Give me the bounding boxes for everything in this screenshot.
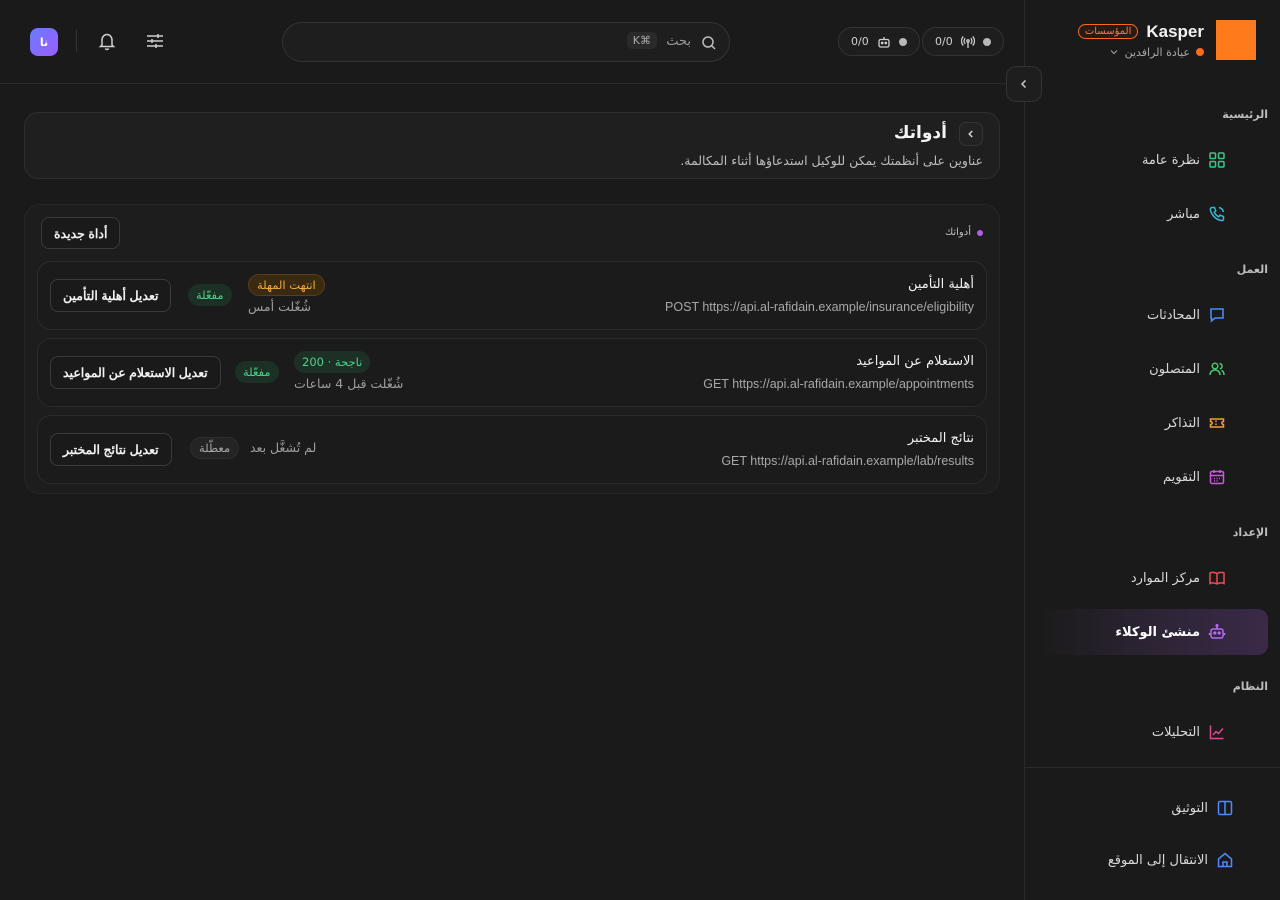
book-icon bbox=[1209, 571, 1225, 585]
org-name: عيادة الرافدين bbox=[1124, 45, 1190, 59]
sidebar-item-label: التوثيق bbox=[1171, 800, 1208, 816]
sidebar-item-overview[interactable]: نظرة عامة bbox=[1036, 137, 1268, 183]
section-label-setup: الإعداد bbox=[1232, 526, 1268, 539]
chevron-left-icon bbox=[1020, 79, 1027, 89]
sidebar-item-conversations[interactable]: المحادثات bbox=[1036, 292, 1268, 338]
org-switcher[interactable]: عيادة الرافدين bbox=[1078, 46, 1204, 59]
tool-row[interactable]: نتائج المختبر GET https://api.al-rafidai… bbox=[37, 415, 987, 484]
bot-icon bbox=[1208, 624, 1226, 639]
sidebar-item-label: المحادثات bbox=[1146, 307, 1200, 323]
brand-name: Kasper bbox=[1146, 21, 1204, 41]
sidebar-item-calendar[interactable]: التقويم bbox=[1036, 454, 1268, 500]
users-icon bbox=[1209, 362, 1225, 376]
sidebar-item-callers[interactable]: المتصلون bbox=[1036, 346, 1268, 392]
sidebar-item-label: التذاكر bbox=[1164, 415, 1200, 431]
bot-icon bbox=[878, 36, 890, 48]
status-badge: معطّلة bbox=[190, 437, 240, 459]
sidebar-item-tickets[interactable]: التذاكر bbox=[1036, 400, 1268, 446]
chevron-down-icon bbox=[1110, 50, 1118, 55]
new-tool-button[interactable]: أداة جديدة bbox=[41, 217, 121, 249]
sidebar-item-live[interactable]: مباشر bbox=[1036, 191, 1268, 237]
section-label-system: النظام bbox=[1232, 680, 1268, 693]
status-badge: مفعّلة bbox=[188, 284, 232, 306]
tools-panel: أدواتك أداة جديدة أهلية التأمين POST htt… bbox=[24, 204, 1000, 494]
sidebar-item-go-to-site[interactable]: الانتقال إلى الموقع bbox=[1036, 837, 1268, 883]
panel-label-text: أدواتك bbox=[944, 227, 971, 238]
sidebar-item-resources[interactable]: مركز الموارد bbox=[1036, 555, 1268, 601]
sidebar-item-label: التحليلات bbox=[1151, 724, 1200, 740]
sliders-icon[interactable] bbox=[145, 31, 165, 51]
section-label-home: الرئيسية bbox=[1222, 108, 1268, 121]
status-dot bbox=[898, 37, 907, 46]
topbar: 0/0 0/0 بحث ⌘K نا bbox=[0, 0, 1024, 84]
edit-tool-button[interactable]: تعديل أهلية التأمين bbox=[50, 279, 172, 312]
plan-badge: المؤسسات bbox=[1077, 24, 1139, 39]
chat-icon bbox=[1210, 308, 1224, 323]
tool-endpoint: POST https://api.al-rafidain.example/ins… bbox=[665, 300, 974, 314]
search-placeholder: بحث bbox=[666, 34, 691, 49]
tool-row[interactable]: أهلية التأمين POST https://api.al-rafida… bbox=[37, 261, 987, 330]
home-icon bbox=[1217, 852, 1233, 868]
sidebar-item-label: نظرة عامة bbox=[1141, 152, 1200, 168]
grid-icon bbox=[1209, 152, 1225, 168]
section-label-work: العمل bbox=[1236, 263, 1268, 276]
result-badge: ناجحة · 200 bbox=[294, 351, 371, 373]
chevron-left-icon bbox=[968, 130, 973, 138]
tool-name: نتائج المختبر bbox=[907, 431, 974, 446]
book-open-icon bbox=[1217, 800, 1233, 816]
status-badge: مفعّلة bbox=[235, 361, 279, 383]
last-run-text: لم تُشغَّل بعد bbox=[250, 440, 317, 455]
back-button[interactable] bbox=[959, 122, 983, 146]
search-shortcut: ⌘K bbox=[626, 32, 657, 49]
panel-label-dot bbox=[977, 229, 983, 236]
bell-icon[interactable] bbox=[97, 31, 117, 51]
page-subtitle: عناوين على أنظمتك يمكن للوكيل استدعاؤها … bbox=[680, 153, 983, 168]
sidebar-item-analytics[interactable]: التحليلات bbox=[1036, 709, 1268, 755]
live-calls-value: 0/0 bbox=[935, 35, 953, 48]
result-badge: انتهت المهلة bbox=[248, 274, 325, 296]
sidebar-item-label: المتصلون bbox=[1149, 361, 1200, 377]
brand[interactable]: Kasper المؤسسات عيادة الرافدين bbox=[1077, 20, 1256, 60]
tool-name: أهلية التأمين bbox=[907, 277, 974, 292]
edit-tool-button[interactable]: تعديل الاستعلام عن المواعيد bbox=[50, 356, 221, 389]
edit-tool-button[interactable]: تعديل نتائج المختبر bbox=[50, 433, 172, 466]
status-dot bbox=[982, 37, 991, 46]
last-run-text: شُغّلت أمس bbox=[248, 299, 311, 314]
tool-endpoint: GET https://api.al-rafidain.example/lab/… bbox=[721, 454, 974, 468]
tool-name: الاستعلام عن المواعيد bbox=[856, 354, 974, 369]
calendar-icon bbox=[1209, 470, 1225, 485]
page-header: أدواتك عناوين على أنظمتك يمكن للوكيل است… bbox=[24, 112, 1000, 179]
panel-label: أدواتك bbox=[945, 227, 983, 238]
sidebar-divider bbox=[1024, 767, 1280, 768]
search-input[interactable]: بحث ⌘K bbox=[282, 22, 730, 62]
ticket-icon bbox=[1209, 418, 1225, 428]
sidebar-item-agent-builder[interactable]: منشئ الوكلاء bbox=[1036, 609, 1268, 655]
sidebar-collapse-button[interactable] bbox=[1006, 66, 1042, 102]
sidebar-item-docs[interactable]: التوثيق bbox=[1036, 785, 1268, 831]
chart-icon bbox=[1209, 725, 1224, 740]
sidebar-item-label: منشئ الوكلاء bbox=[1115, 624, 1200, 640]
antenna-icon bbox=[960, 35, 975, 48]
sidebar-item-label: الانتقال إلى الموقع bbox=[1107, 852, 1208, 868]
agents-value: 0/0 bbox=[851, 35, 869, 48]
page-title: أدواتك bbox=[893, 123, 947, 143]
sidebar: Kasper المؤسسات عيادة الرافدين الرئيسية … bbox=[1024, 0, 1280, 900]
sidebar-item-label: مباشر bbox=[1167, 206, 1200, 222]
agents-counter[interactable]: 0/0 bbox=[838, 27, 920, 56]
org-status-dot bbox=[1196, 48, 1204, 56]
tool-endpoint: GET https://api.al-rafidain.example/appo… bbox=[703, 377, 974, 391]
tool-row[interactable]: الاستعلام عن المواعيد GET https://api.al… bbox=[37, 338, 987, 407]
topbar-separator bbox=[76, 30, 77, 52]
live-calls-counter[interactable]: 0/0 bbox=[922, 27, 1004, 56]
brand-logo bbox=[1216, 20, 1256, 60]
search-icon bbox=[702, 36, 716, 50]
sidebar-item-label: مركز الموارد bbox=[1130, 570, 1200, 586]
phone-icon bbox=[1209, 206, 1225, 222]
last-run-text: شُغّلت قبل 4 ساعات bbox=[294, 376, 404, 391]
avatar[interactable]: نا bbox=[30, 28, 58, 56]
sidebar-item-label: التقويم bbox=[1162, 469, 1200, 485]
